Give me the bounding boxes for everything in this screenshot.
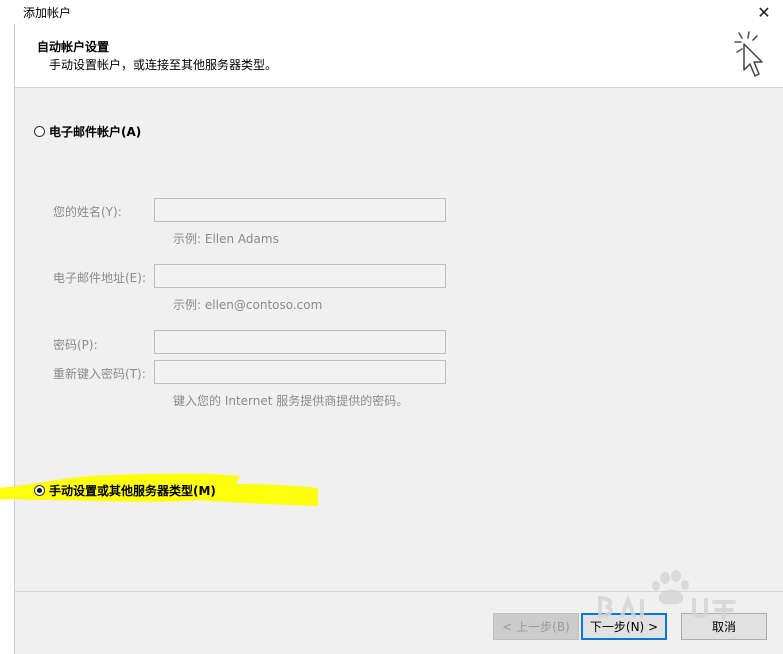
password-input[interactable] [154, 330, 446, 354]
window-title: 添加帐户 [23, 6, 72, 20]
password-label: 密码(P): [53, 338, 98, 352]
name-label: 您的姓名(Y): [53, 205, 122, 219]
wizard-header: 自动帐户设置 手动设置帐户，或连接至其他服务器类型。 [15, 24, 783, 88]
name-hint: 示例: Ellen Adams [173, 232, 279, 246]
email-input[interactable] [154, 264, 446, 288]
next-button[interactable]: 下一步(N) > [581, 613, 667, 640]
wizard-content: 电子邮件帐户(A) 您的姓名(Y): 示例: Ellen Adams 电子邮件地… [0, 88, 783, 590]
header-title: 自动帐户设置 [37, 40, 110, 54]
email-account-option[interactable]: 电子邮件帐户(A) [34, 123, 141, 140]
cancel-button[interactable]: 取消 [681, 613, 767, 640]
password-hint: 键入您的 Internet 服务提供商提供的密码。 [173, 394, 409, 408]
manual-setup-radio[interactable] [34, 485, 45, 496]
click-cursor-icon [734, 31, 763, 77]
email-hint: 示例: ellen@contoso.com [173, 298, 323, 312]
close-icon: ✕ [757, 2, 771, 22]
email-label: 电子邮件地址(E): [53, 271, 146, 285]
retype-password-label: 重新键入密码(T): [53, 367, 146, 381]
email-account-label: 电子邮件帐户(A) [49, 125, 142, 139]
radio-selected-dot [37, 488, 42, 493]
back-button[interactable]: < 上一步(B) [493, 613, 579, 640]
title-bar: 添加帐户 ✕ [0, 0, 783, 24]
name-input[interactable] [154, 198, 446, 222]
manual-setup-option[interactable]: 手动设置或其他服务器类型(M) [34, 482, 216, 499]
close-button[interactable]: ✕ [749, 0, 779, 24]
retype-password-input[interactable] [154, 360, 446, 384]
add-account-dialog: 添加帐户 ✕ 自动帐户设置 手动设置帐户，或连接至其他服务器类型。 电子邮件帐户… [0, 0, 783, 654]
manual-setup-label: 手动设置或其他服务器类型(M) [49, 484, 216, 498]
header-subtitle: 手动设置帐户，或连接至其他服务器类型。 [49, 58, 278, 72]
background-window-edge [0, 0, 15, 654]
email-account-radio[interactable] [34, 126, 45, 137]
footer-divider [15, 591, 783, 592]
